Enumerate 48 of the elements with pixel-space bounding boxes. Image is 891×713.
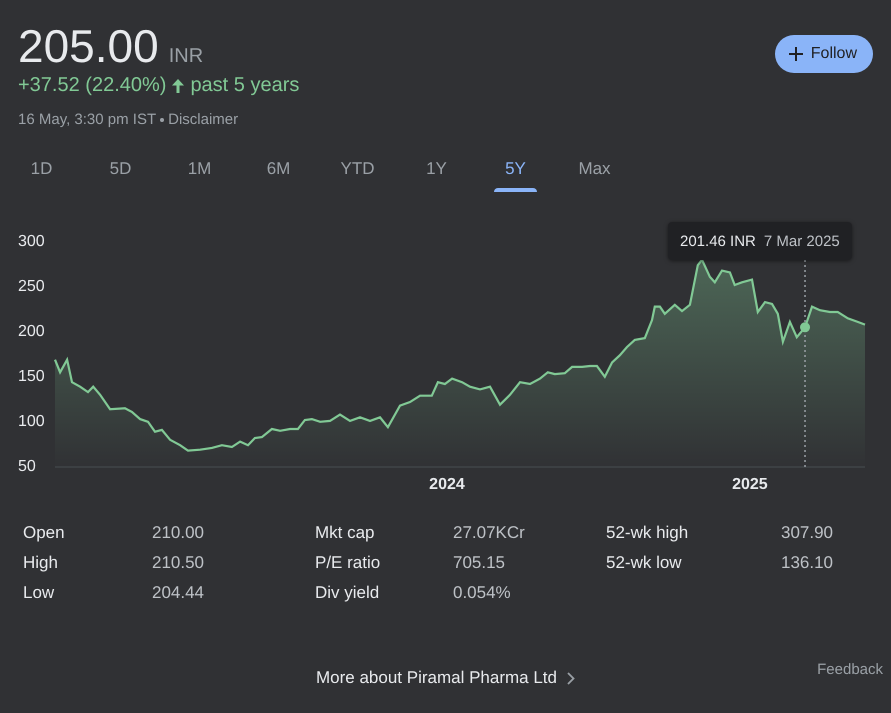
stat-value: 0.054%	[453, 583, 512, 603]
stat-value: 210.50	[152, 553, 205, 573]
disclaimer-link[interactable]: Disclaimer	[168, 111, 238, 128]
stat-label: Div yield	[315, 583, 380, 603]
tooltip-price: 201.46 INR	[680, 232, 756, 250]
stat-value: 204.44	[152, 583, 205, 603]
y-axis-label: 250	[18, 278, 45, 295]
stat-value: 705.15	[453, 553, 506, 573]
chevron-right-icon	[566, 672, 575, 684]
stat-label: Low	[23, 583, 56, 603]
stat-label: 52-wk low	[606, 553, 683, 573]
up-arrow-icon	[171, 78, 186, 94]
y-axis-label: 100	[18, 413, 45, 430]
timestamp: 16 May, 3:30 pm IST	[18, 111, 156, 128]
stat-label: 52-wk high	[606, 523, 690, 543]
stat-value: 136.10	[781, 553, 834, 573]
change-period: past 5 years	[190, 74, 300, 97]
range-tab[interactable]: 1M	[160, 152, 239, 192]
stat-value: 27.07KCr	[453, 523, 526, 543]
stat-value: 307.90	[781, 523, 834, 543]
range-tab[interactable]: 6M	[239, 152, 318, 192]
plus-icon	[788, 47, 803, 61]
stock-price: 205.00	[18, 19, 159, 74]
stat-value: 210.00	[152, 523, 205, 543]
more-about-link[interactable]: More about Piramal Pharma Ltd	[316, 661, 575, 695]
y-axis-label: 150	[18, 368, 45, 385]
y-axis-label: 300	[18, 233, 45, 250]
x-axis-label: 2024	[429, 476, 465, 493]
tooltip-date: 7 Mar 2025	[764, 232, 840, 250]
stat-label: High	[23, 553, 59, 573]
follow-button[interactable]: Follow	[774, 35, 873, 73]
stat-label: P/E ratio	[315, 553, 382, 573]
range-tab[interactable]: Max	[555, 152, 634, 192]
price-change: +37.52 (22.40%)	[18, 74, 166, 97]
range-tab[interactable]: 1D	[2, 152, 81, 192]
x-axis-label: 2025	[732, 476, 768, 493]
y-axis-label: 200	[18, 323, 45, 340]
range-tab[interactable]: 1Y	[397, 152, 476, 192]
range-tab[interactable]: YTD	[318, 152, 397, 192]
currency-label: INR	[168, 45, 204, 68]
y-axis-label: 50	[18, 458, 36, 475]
range-tab[interactable]: 5Y	[476, 152, 555, 192]
stat-label: Open	[23, 523, 66, 543]
feedback-link[interactable]: Feedback	[817, 661, 883, 678]
stat-label: Mkt cap	[315, 523, 376, 543]
separator-dot	[160, 118, 164, 122]
hover-point	[800, 322, 810, 332]
range-tab[interactable]: 5D	[81, 152, 160, 192]
